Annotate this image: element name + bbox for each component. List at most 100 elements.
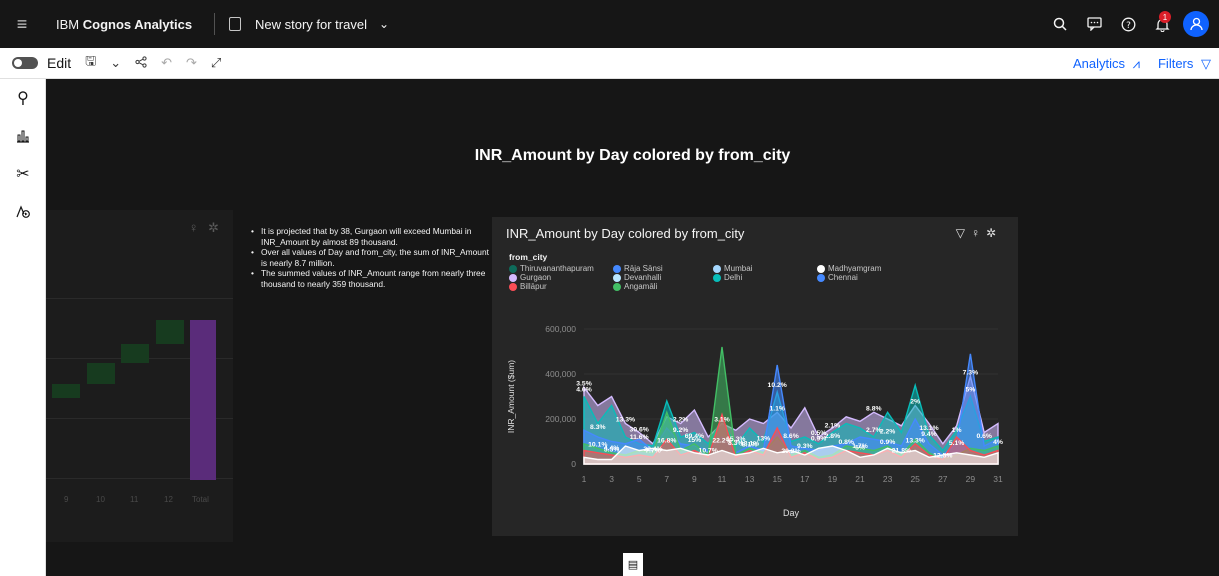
avatar[interactable] — [1183, 11, 1209, 37]
data-label: 11.6% — [630, 434, 649, 441]
y-axis-label: INR_Amount ($um) — [506, 360, 516, 433]
filters-label: Filters — [1157, 55, 1194, 71]
x-tick-label: 25 — [910, 474, 920, 484]
data-label: 7.7% — [645, 447, 661, 454]
search-icon[interactable] — [1043, 0, 1077, 48]
legend-item[interactable]: Gurgaon — [509, 273, 551, 282]
data-label: 2.2% — [880, 429, 896, 436]
brand-prefix: IBM — [56, 16, 83, 32]
user-menu[interactable] — [1179, 0, 1213, 48]
chart-title: INR_Amount by Day colored by from_city — [506, 226, 745, 241]
data-label: 5.5% — [604, 447, 620, 454]
x-tick-label: 31 — [993, 474, 1003, 484]
analytics-button[interactable]: Analytics ⩘ — [1073, 56, 1140, 72]
app-brand[interactable]: IBM Cognos Analytics — [44, 17, 214, 32]
filters-button[interactable]: Filters ▽ — [1158, 56, 1211, 72]
story-icon — [229, 17, 241, 31]
save-chevron-down-icon[interactable]: ⌄ — [110, 55, 121, 71]
insight-item: It is projected that by 38, Gurgaon will… — [251, 226, 491, 247]
x-tick-label: 17 — [800, 474, 810, 484]
bulb-icon[interactable]: ♀ — [971, 226, 986, 240]
legend-item[interactable]: Rāja Sānsi — [613, 264, 663, 273]
data-label: 21.8% — [892, 447, 911, 454]
menu-icon[interactable]: ≡ — [0, 0, 44, 48]
legend-item[interactable]: Billāpur — [509, 282, 547, 291]
gridline — [46, 298, 233, 299]
legend-label: Chennai — [828, 273, 858, 282]
legend-label: Thiruvananthapuram — [520, 264, 594, 273]
x-axis-label: Day — [783, 508, 800, 518]
brand-name: Cognos Analytics — [82, 16, 193, 32]
insight-item: The summed values of INR_Amount range fr… — [251, 268, 491, 289]
waterfall-bar — [121, 344, 149, 363]
data-label: 4.6% — [576, 387, 592, 394]
redo-icon[interactable]: ↷ — [186, 55, 197, 71]
x-tick-label: 21 — [855, 474, 865, 484]
area-chart-card[interactable]: 0 200,000 400,000 600,000 1 3 5 7 9 11 13 15 17 19 21 2… — [492, 217, 1018, 536]
x-tick-label: 3 — [609, 474, 614, 484]
notifications-icon[interactable]: 1 — [1145, 0, 1179, 48]
x-tick-label: Total — [192, 495, 209, 504]
data-label: 10.7% — [699, 447, 718, 454]
data-label: 1.1% — [769, 405, 785, 412]
filter-icon: ▽ — [1201, 55, 1211, 71]
story-page-icon[interactable]: ▤ — [623, 553, 643, 576]
x-tick-label: 9 — [64, 495, 69, 504]
waterfall-bar — [156, 320, 184, 344]
data-label: 8.6% — [783, 433, 799, 440]
chart-card-icons: ▽♀✲ — [956, 226, 1002, 240]
media-icon[interactable] — [0, 193, 46, 231]
card-icons: ♀ ✲ — [189, 220, 219, 236]
legend-item[interactable]: Mumbai — [713, 264, 752, 273]
data-label: 13.3% — [616, 417, 635, 424]
data-label: 7.3% — [963, 369, 979, 376]
settings-icon[interactable]: ✲ — [208, 220, 219, 235]
waterfall-card[interactable]: ♀ ✲ 9 10 11 12 Total — [46, 210, 233, 542]
bulb-icon[interactable]: ♀ — [189, 220, 199, 235]
legend-item[interactable]: Chennai — [817, 273, 858, 282]
data-label: 9.4% — [921, 431, 937, 438]
share-icon[interactable] — [135, 55, 147, 71]
header-divider — [214, 13, 215, 35]
story-canvas: INR_Amount by Day colored by from_city ♀… — [46, 79, 1219, 576]
legend-item[interactable]: Angamāli — [613, 282, 657, 291]
x-tick-label: 11 — [130, 495, 139, 504]
legend-item[interactable]: Delhi — [713, 273, 742, 282]
insight-item: Over all values of Day and from_city, th… — [251, 247, 491, 268]
legend-swatch — [713, 273, 721, 282]
expand-icon[interactable]: ⤢ — [211, 55, 221, 71]
insights-text[interactable]: It is projected that by 38, Gurgaon will… — [251, 226, 491, 290]
edit-toggle[interactable] — [12, 57, 38, 69]
settings-icon[interactable]: ✲ — [986, 226, 1002, 240]
x-tick-label: 23 — [883, 474, 893, 484]
save-icon[interactable]: 🖫 — [85, 52, 96, 74]
y-tick-label: 0 — [571, 459, 576, 469]
undo-icon[interactable]: ↶ — [161, 55, 172, 71]
legend-swatch — [613, 264, 621, 273]
waterfall-total-bar — [190, 320, 216, 480]
filter-icon[interactable]: ▽ — [956, 226, 971, 240]
analytics-icon: ⩘ — [1132, 55, 1140, 71]
legend-label: Madhyamgram — [828, 264, 882, 273]
app-header: ≡ IBM Cognos Analytics New story for tra… — [0, 0, 1219, 48]
pin-icon[interactable]: ⚲ — [0, 79, 46, 117]
x-tick-label: 5 — [637, 474, 642, 484]
data-label: 9.3% — [797, 443, 813, 450]
legend-label: Rāja Sānsi — [624, 264, 663, 273]
chat-icon[interactable] — [1077, 0, 1111, 48]
data-label: 8.3% — [590, 424, 606, 431]
data-label: 5% — [855, 444, 865, 451]
y-tick-label: 400,000 — [545, 369, 576, 379]
legend-swatch — [817, 273, 825, 282]
story-title-menu[interactable]: New story for travel ⌄ — [229, 17, 389, 32]
legend-item[interactable]: Devanhalli — [613, 273, 661, 282]
visualizations-icon[interactable] — [0, 117, 46, 155]
tools-icon[interactable]: ✂ — [0, 155, 46, 193]
help-icon[interactable]: ? — [1111, 0, 1145, 48]
waterfall-bar — [87, 363, 115, 384]
legend-item[interactable]: Thiruvananthapuram — [509, 264, 594, 273]
x-tick-label: 9 — [692, 474, 697, 484]
data-label: 13.3% — [906, 438, 925, 445]
legend-item[interactable]: Madhyamgram — [817, 264, 881, 273]
chevron-down-icon[interactable]: ⌄ — [379, 17, 389, 31]
